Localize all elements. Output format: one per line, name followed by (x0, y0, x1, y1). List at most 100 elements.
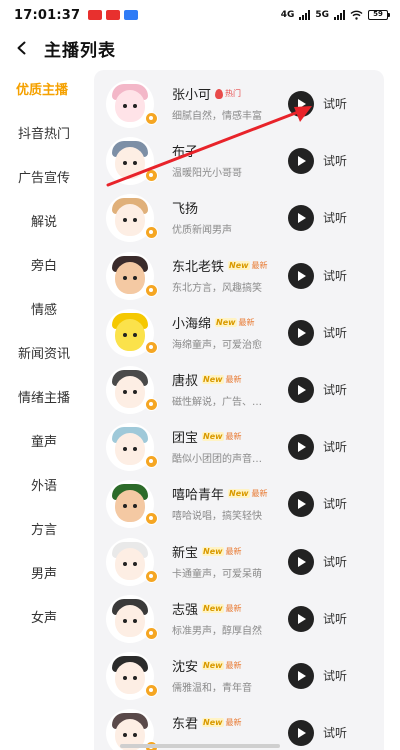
play-icon[interactable] (288, 262, 314, 289)
flame-icon (215, 88, 223, 99)
anchor-row[interactable]: 东君 New 最新 试听 (94, 703, 384, 750)
anchor-description: 细腻自然，情感丰富 (172, 111, 262, 122)
avatar-eye (123, 332, 127, 337)
category-item[interactable]: 外语 (0, 462, 92, 506)
play-icon[interactable] (288, 663, 314, 689)
status-right: 4G 5G 59 (280, 10, 390, 20)
new-icon: New (202, 432, 224, 442)
anchor-description: 嘻哈说唱，搞笑轻快 (172, 511, 262, 523)
avatar-face (115, 318, 145, 351)
try-listen-button[interactable]: 试听 (323, 95, 347, 112)
avatar-eye (133, 676, 137, 680)
category-item[interactable]: 广告宣传 (0, 154, 92, 198)
try-listen-button[interactable]: 试听 (323, 724, 347, 741)
try-listen-button[interactable]: 试听 (323, 209, 347, 226)
anchor-description: 儒雅温和，青年音 (172, 683, 252, 694)
anchor-row[interactable]: 新宝 New 最新 卡通童声，可爱呆萌 试听 (94, 532, 384, 589)
try-listen-button[interactable]: 试听 (323, 381, 347, 398)
anchor-row[interactable]: 唐叔 New 最新 磁性解说，广告、… 试听 (94, 360, 384, 417)
signal-icon (299, 10, 311, 20)
avatar-eye (123, 390, 127, 394)
category-item[interactable]: 解说 (0, 198, 92, 242)
category-item[interactable]: 抖音热门 (0, 110, 92, 154)
category-item[interactable]: 方言 (0, 506, 92, 550)
category-item[interactable]: 童声 (0, 418, 92, 462)
anchor-description: 海绵童声，可爱治愈 (172, 339, 262, 351)
category-item[interactable]: 情绪主播 (0, 374, 92, 418)
anchor-name: 新宝 (172, 545, 199, 561)
category-item[interactable]: 女声 (0, 594, 92, 638)
new-badge: New 最新 (202, 431, 242, 442)
anchor-name: 小海绵 (172, 316, 212, 332)
play-icon[interactable] (288, 205, 314, 232)
category-sidebar: 优质主播 抖音热门 广告宣传 解说 旁白 情感 新闻资讯 情绪主播 童声 外语 方言 男声 女声 (0, 66, 92, 750)
anchor-row[interactable]: 东北老铁 New 最新 东北方言，风趣搞笑 试听 (94, 246, 384, 303)
battery-icon: 59 (368, 10, 390, 20)
new-icon: New (202, 718, 224, 728)
anchor-name: 团宝 (172, 431, 199, 447)
play-icon[interactable] (288, 148, 314, 175)
verified-badge-icon (145, 340, 158, 354)
new-badge: New 最新 (202, 603, 242, 614)
play-icon[interactable] (288, 377, 314, 403)
play-icon[interactable] (288, 720, 314, 747)
try-listen-button[interactable]: 试听 (323, 152, 347, 169)
page-title: 主播列表 (44, 40, 116, 61)
avatar-face (115, 433, 145, 466)
play-icon[interactable] (288, 91, 314, 117)
notification-icons (88, 10, 139, 20)
anchor-row[interactable]: 沈安 New 最新 儒雅温和，青年音 试听 (94, 646, 384, 703)
anchor-description: 东北方言，风趣搞笑 (172, 282, 262, 294)
verified-badge-icon (145, 112, 158, 125)
new-icon: New (202, 375, 224, 384)
anchor-row[interactable]: 嘻哈青年 New 最新 嘻哈说唱，搞笑轻快 试听 (94, 474, 384, 531)
play-icon[interactable] (288, 319, 314, 346)
new-icon: New (228, 489, 250, 499)
new-badge: New 最新 (215, 317, 255, 328)
chevron-left-icon (17, 41, 26, 55)
avatar-face (115, 261, 145, 294)
back-button[interactable] (0, 30, 44, 66)
avatar-eye (123, 618, 127, 623)
verified-badge-icon (145, 226, 158, 240)
try-listen-button[interactable]: 试听 (323, 324, 347, 341)
play-icon[interactable] (288, 548, 314, 575)
category-item[interactable]: 男声 (0, 550, 92, 594)
anchor-row[interactable]: 志强 New 最新 标准男声，醇厚自然 试听 (94, 589, 384, 646)
play-icon[interactable] (288, 491, 314, 518)
anchor-row[interactable]: 布子温暖阳光小哥哥 试听 (94, 131, 384, 188)
try-listen-button[interactable]: 试听 (323, 553, 347, 570)
verified-badge-icon (145, 398, 158, 411)
badge-label: 最新 (225, 661, 242, 670)
badge-label: 最新 (225, 546, 242, 556)
anchor-name: 布子 (172, 145, 199, 161)
anchor-row[interactable]: 团宝 New 最新 酷似小团团的声音… 试听 (94, 417, 384, 474)
category-item[interactable]: 新闻资讯 (0, 330, 92, 374)
anchor-name: 唐叔 (172, 374, 199, 389)
verified-badge-icon (145, 169, 158, 183)
avatar-eye (133, 561, 137, 566)
wifi-icon (350, 10, 363, 20)
play-icon[interactable] (288, 605, 314, 632)
badge-label: 最新 (238, 317, 255, 327)
play-icon[interactable] (288, 434, 314, 461)
network-label-1: 4G (280, 10, 295, 20)
verified-badge-icon (145, 569, 158, 583)
anchor-row[interactable]: 张小可 热门 细腻自然，情感丰富 试听 (94, 74, 384, 131)
anchor-row[interactable]: 飞扬 优质新闻男声 试听 (94, 188, 384, 245)
category-item[interactable]: 旁白 (0, 242, 92, 286)
anchor-description: 温暖阳光小哥哥 (172, 168, 242, 180)
avatar-face (115, 204, 145, 237)
try-listen-button[interactable]: 试听 (323, 438, 347, 455)
new-badge: New 最新 (202, 717, 242, 728)
avatar-face (115, 490, 145, 523)
anchor-row[interactable]: 小海绵 New 最新海绵童声，可爱治愈 试听 (94, 303, 384, 360)
try-listen-button[interactable]: 试听 (323, 495, 347, 512)
try-listen-button[interactable]: 试听 (323, 667, 347, 684)
try-listen-button[interactable]: 试听 (323, 267, 347, 284)
try-listen-button[interactable]: 试听 (323, 610, 347, 627)
category-item[interactable]: 优质主播 (0, 66, 92, 110)
category-item[interactable]: 情感 (0, 286, 92, 330)
new-icon: New (202, 661, 224, 670)
avatar-eye (133, 390, 137, 394)
